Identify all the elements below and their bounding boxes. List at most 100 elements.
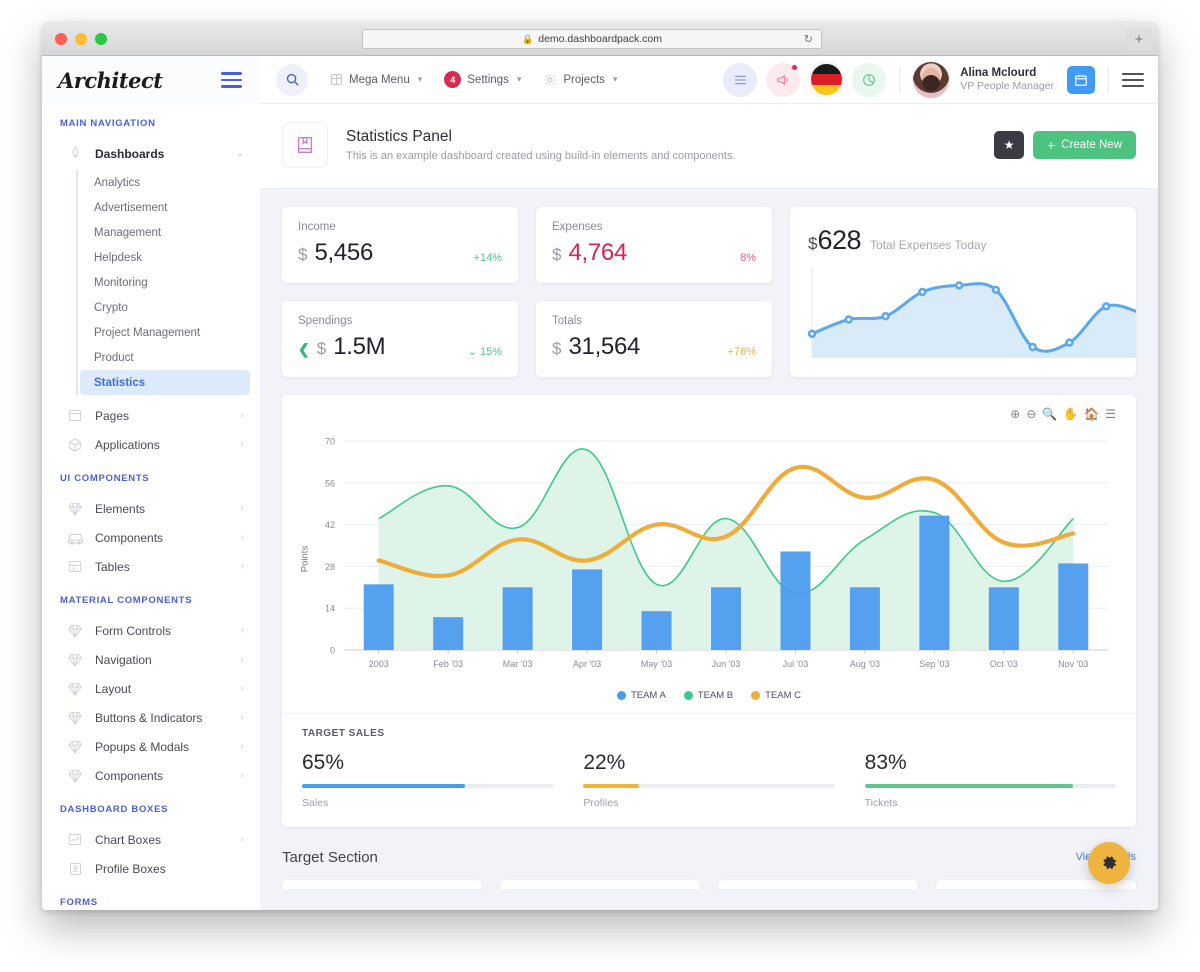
kpi-delta: 8% [740, 252, 756, 264]
sidebar-nav[interactable]: MAIN NAVIGATIONDashboards⌄AnalyticsAdver… [42, 104, 260, 910]
svg-text:2003: 2003 [369, 659, 389, 669]
window-controls[interactable] [55, 33, 107, 45]
reload-icon[interactable]: ↻ [804, 33, 813, 46]
user-info: Alina Mclourd VP People Manager [960, 66, 1054, 94]
maximize-window-button[interactable] [95, 33, 107, 45]
menu-settings[interactable]: 4 Settings ▾ [444, 71, 521, 88]
target-sales-label: Profiles [583, 797, 834, 809]
settings-fab-button[interactable] [1088, 842, 1130, 884]
table-icon [64, 558, 86, 576]
megaphone-icon[interactable] [766, 63, 800, 97]
sidebar-item-buttons-indicators[interactable]: Buttons & Indicators› [42, 703, 260, 732]
sidebar-subitem-helpdesk[interactable]: Helpdesk [80, 245, 250, 270]
sidebar-item-applications[interactable]: Applications› [42, 430, 260, 459]
svg-text:42: 42 [325, 520, 335, 530]
book-icon [282, 122, 328, 168]
url-text: demo.dashboardpack.com [538, 33, 662, 45]
kpi-value: 1.5M [333, 333, 385, 361]
sidebar-item-components[interactable]: Components› [42, 523, 260, 552]
svg-text:0: 0 [330, 646, 335, 656]
sidebar-subitem-advertisement[interactable]: Advertisement [80, 195, 250, 220]
menu-icon[interactable]: ☰ [1105, 407, 1116, 421]
sidebar-subitem-management[interactable]: Management [80, 220, 250, 245]
chevron-right-icon: › [241, 741, 244, 752]
chevron-right-icon: › [241, 770, 244, 781]
target-card-income-target[interactable]: 71%Income Target [282, 880, 482, 890]
legend-item-team-c[interactable]: TEAM C [751, 690, 801, 701]
sidebar-subitem-statistics[interactable]: Statistics [80, 370, 250, 395]
pan-icon[interactable]: ✋ [1063, 407, 1078, 421]
total-expenses-card[interactable]: $ 628 Total Expenses Today [790, 207, 1136, 377]
sidebar-submenu-dashboards: AnalyticsAdvertisementManagementHelpdesk… [42, 170, 260, 395]
target-sales-label: Tickets [865, 797, 1116, 809]
kpi-card-spendings[interactable]: Spendings ❮ $ 1.5M ⌄ 15% [282, 301, 518, 377]
legend-item-team-b[interactable]: TEAM B [684, 690, 733, 701]
menu-mega-menu[interactable]: Mega Menu ▾ [330, 73, 422, 86]
sidebar-toggle-button[interactable] [221, 72, 242, 88]
sidebar-subitem-project-management[interactable]: Project Management [80, 320, 250, 345]
diamond-icon [64, 651, 86, 669]
sidebar-subitem-crypto[interactable]: Crypto [80, 295, 250, 320]
selection-zoom-icon[interactable]: 🔍 [1042, 407, 1057, 421]
sidebar-item-label: Tables [95, 560, 241, 574]
progress-bar [865, 784, 1116, 788]
statistics-chart-card: ⊕ ⊖ 🔍 ✋ 🏠 ☰ Points 014284256702003Feb '0… [282, 395, 1136, 827]
kpi-value: 5,456 [314, 239, 373, 267]
kpi-card-expenses[interactable]: Expenses $ 4,764 8% [536, 207, 772, 283]
sidebar-item-form-controls[interactable]: Form Controls› [42, 616, 260, 645]
svg-text:14: 14 [325, 604, 335, 614]
favorite-button[interactable]: ★ [994, 131, 1024, 159]
sidebar-item-tables[interactable]: Tables› [42, 552, 260, 581]
sidebar-item-profile-boxes[interactable]: Profile Boxes [42, 854, 260, 883]
sidebar-item-chart-boxes[interactable]: Chart Boxes› [42, 825, 260, 854]
list-icon[interactable] [723, 63, 757, 97]
legend-color-dot [751, 691, 760, 700]
legend-label: TEAM C [765, 690, 801, 701]
legend-label: TEAM A [631, 690, 666, 701]
chart-legend[interactable]: TEAM A TEAM B TEAM C [282, 690, 1136, 713]
sidebar-item-components[interactable]: Components› [42, 761, 260, 790]
pie-chart-icon[interactable] [852, 63, 886, 97]
address-bar[interactable]: 🔒 demo.dashboardpack.com ↻ [362, 29, 822, 49]
target-card-expenses-target[interactable]: 54%Expenses Target [500, 880, 700, 890]
zoom-in-icon[interactable]: ⊕ [1010, 407, 1020, 421]
settings-badge: 4 [444, 71, 461, 88]
sidebar-item-layout[interactable]: Layout› [42, 674, 260, 703]
svg-text:56: 56 [325, 478, 335, 488]
target-card-spendings-target[interactable]: 32%Spendings Target [718, 880, 918, 890]
chevron-right-icon: › [241, 532, 244, 543]
zoom-out-icon[interactable]: ⊖ [1026, 407, 1036, 421]
minimize-window-button[interactable] [75, 33, 87, 45]
avatar[interactable] [913, 62, 949, 98]
create-new-button[interactable]: + Create New [1033, 131, 1136, 159]
chart-toolbar[interactable]: ⊕ ⊖ 🔍 ✋ 🏠 ☰ [1010, 407, 1116, 421]
sidebar-subitem-monitoring[interactable]: Monitoring [80, 270, 250, 295]
chevron-right-icon: › [241, 410, 244, 421]
sidebar-subitem-product[interactable]: Product [80, 345, 250, 370]
chevron-right-icon: › [241, 503, 244, 514]
reset-icon[interactable]: 🏠 [1084, 407, 1099, 421]
sidebar-item-navigation[interactable]: Navigation› [42, 645, 260, 674]
sidebar-item-pages[interactable]: Pages› [42, 401, 260, 430]
kpi-title: Totals [552, 315, 756, 327]
sidebar-subitem-analytics[interactable]: Analytics [80, 170, 250, 195]
sidebar-item-label: Buttons & Indicators [95, 711, 241, 725]
hamburger-icon[interactable] [1122, 73, 1144, 87]
kpi-card-totals[interactable]: Totals $ 31,564 +76% [536, 301, 772, 377]
target-sales-row: 65%Sales22%Profiles83%Tickets [302, 751, 1116, 809]
menu-projects[interactable]: Projects ▾ [543, 73, 617, 87]
legend-item-team-a[interactable]: TEAM A [617, 690, 666, 701]
kpi-card-income[interactable]: Income $ 5,456 +14% [282, 207, 518, 283]
sidebar-item-dashboards[interactable]: Dashboards⌄ [42, 139, 260, 168]
sidebar-item-elements[interactable]: Elements› [42, 494, 260, 523]
sidebar-item-popups-modals[interactable]: Popups & Modals› [42, 732, 260, 761]
new-tab-button[interactable]: + [1126, 28, 1152, 50]
sidebar-group-heading: FORMS [42, 883, 260, 910]
calendar-icon[interactable] [1067, 66, 1095, 94]
target-sales-label: Sales [302, 797, 553, 809]
search-icon[interactable] [276, 64, 308, 96]
box-icon [64, 436, 86, 454]
flag-germany-icon[interactable] [809, 63, 843, 97]
close-window-button[interactable] [55, 33, 67, 45]
page-title: Statistics Panel [346, 128, 994, 146]
